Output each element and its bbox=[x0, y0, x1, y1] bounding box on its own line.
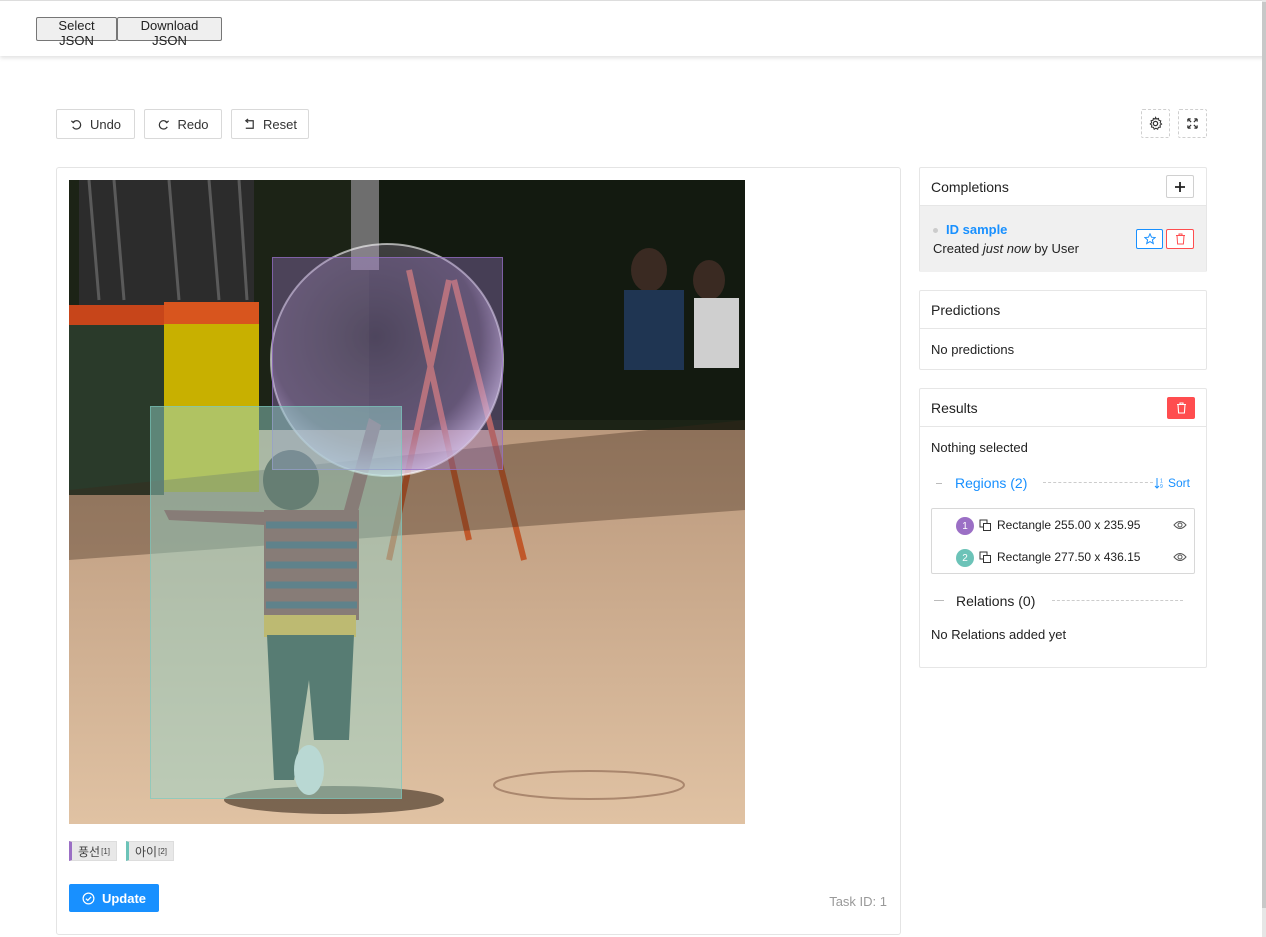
completions-title: Completions bbox=[931, 178, 1009, 195]
trash-icon bbox=[1175, 233, 1185, 245]
reset-button[interactable]: Reset bbox=[231, 109, 309, 139]
reset-icon bbox=[244, 117, 254, 129]
label-tag-hotkey: [1] bbox=[101, 846, 110, 856]
reset-label: Reset bbox=[263, 116, 297, 132]
redo-icon bbox=[159, 119, 170, 130]
completion-meta: Created just now by User bbox=[933, 241, 1079, 256]
sort-button[interactable]: 19 Sort bbox=[1154, 476, 1190, 490]
region-list-item[interactable]: 2 Rectangle 277.50 x 436.15 bbox=[932, 543, 1194, 573]
relations-title: Relations (0) bbox=[956, 593, 1036, 609]
scrollbar[interactable] bbox=[1262, 0, 1266, 937]
region-list-item[interactable]: 1 Rectangle 255.00 x 235.95 bbox=[932, 511, 1194, 541]
sort-icon: 19 bbox=[1154, 478, 1163, 489]
fullscreen-icon bbox=[1187, 118, 1198, 129]
region-rectangle-2[interactable] bbox=[150, 406, 402, 799]
predictions-panel: Predictions No predictions bbox=[919, 290, 1207, 370]
trash-icon bbox=[1176, 402, 1186, 414]
nothing-selected: Nothing selected bbox=[931, 440, 1028, 455]
update-label: Update bbox=[101, 890, 147, 906]
delete-results-button[interactable] bbox=[1167, 397, 1195, 419]
undo-icon bbox=[70, 119, 82, 130]
eye-icon[interactable] bbox=[1173, 551, 1187, 563]
predictions-empty: No predictions bbox=[931, 342, 1015, 357]
add-completion-button[interactable] bbox=[1166, 175, 1194, 198]
annotation-panel: 풍선 [1] 아이 [2] Update Task ID: 1 bbox=[56, 167, 901, 935]
label-tag-2[interactable]: 아이 [2] bbox=[126, 841, 174, 861]
top-bar: Select JSON Download JSON bbox=[0, 0, 1266, 56]
divider bbox=[934, 600, 944, 601]
predictions-title: Predictions bbox=[931, 301, 1001, 318]
label-tag-name: 아이 bbox=[135, 844, 158, 859]
task-id: Task ID: 1 bbox=[829, 894, 887, 909]
label-tag-1[interactable]: 풍선 [1] bbox=[69, 841, 117, 861]
divider bbox=[1043, 482, 1153, 483]
star-completion-button[interactable] bbox=[1136, 229, 1163, 249]
completion-status-dot bbox=[933, 228, 938, 233]
predictions-header: Predictions bbox=[920, 291, 1206, 329]
completions-header: Completions bbox=[920, 168, 1206, 206]
relations-header: Relations (0) bbox=[920, 591, 1206, 611]
copy-icon bbox=[979, 551, 991, 563]
delete-completion-button[interactable] bbox=[1166, 229, 1194, 249]
results-panel: Results Nothing selected Regions (2) 19 … bbox=[919, 388, 1207, 668]
redo-label: Redo bbox=[177, 116, 209, 132]
regions-title[interactable]: Regions (2) bbox=[955, 475, 1027, 491]
settings-button[interactable] bbox=[1141, 109, 1170, 138]
update-button[interactable]: Update bbox=[69, 884, 159, 912]
scrollbar-thumb[interactable] bbox=[1262, 2, 1266, 908]
undo-button[interactable]: Undo bbox=[56, 109, 135, 139]
star-icon bbox=[1143, 233, 1156, 245]
region-list: 1 Rectangle 255.00 x 235.95 2 Rectangle … bbox=[931, 508, 1195, 574]
image-canvas[interactable] bbox=[69, 180, 745, 824]
select-json-button[interactable]: Select JSON bbox=[36, 17, 117, 48]
completion-id: ID sample bbox=[946, 222, 1008, 237]
check-circle-icon bbox=[82, 892, 95, 904]
redo-button[interactable]: Redo bbox=[144, 109, 222, 139]
fullscreen-button[interactable] bbox=[1178, 109, 1207, 138]
completion-item[interactable]: ID sample Created just now by User bbox=[920, 206, 1206, 272]
relations-empty: No Relations added yet bbox=[931, 627, 1067, 642]
region-label: Rectangle 277.50 x 436.15 bbox=[997, 550, 1141, 564]
region-label: Rectangle 255.00 x 235.95 bbox=[997, 518, 1141, 532]
completions-panel: Completions ID sample Created just now b… bbox=[919, 167, 1207, 272]
label-tag-name: 풍선 bbox=[78, 844, 101, 859]
undo-label: Undo bbox=[89, 116, 122, 132]
download-json-button[interactable]: Download JSON bbox=[117, 17, 222, 48]
eye-icon[interactable] bbox=[1173, 519, 1187, 531]
label-tag-hotkey: [2] bbox=[158, 846, 167, 856]
regions-header: Regions (2) 19 Sort bbox=[920, 474, 1206, 494]
divider bbox=[936, 483, 942, 484]
results-title: Results bbox=[931, 399, 978, 416]
gear-icon bbox=[1149, 116, 1163, 130]
plus-icon bbox=[1175, 181, 1185, 192]
region-number-badge: 1 bbox=[956, 517, 974, 535]
sort-label: Sort bbox=[1168, 476, 1191, 490]
svg-text:9: 9 bbox=[1160, 484, 1163, 489]
region-number-badge: 2 bbox=[956, 549, 974, 567]
label-list: 풍선 [1] 아이 [2] bbox=[69, 841, 174, 861]
results-header: Results bbox=[920, 389, 1206, 427]
copy-icon bbox=[979, 519, 991, 531]
divider bbox=[1052, 600, 1183, 601]
